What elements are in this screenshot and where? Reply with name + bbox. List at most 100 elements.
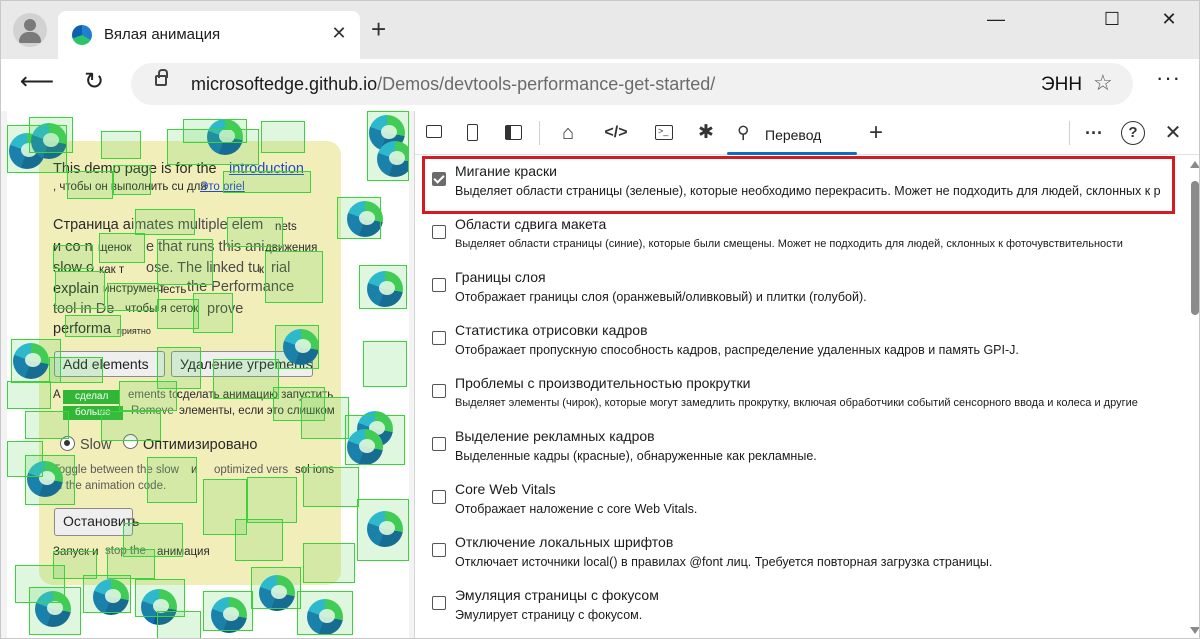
paint-flash-rect	[25, 411, 69, 439]
minimize-button[interactable]: —	[981, 9, 1011, 30]
device-icon	[467, 124, 478, 141]
browser-more-menu[interactable]: ···	[1156, 65, 1181, 91]
maximize-button[interactable]: ☐	[1097, 9, 1127, 30]
tab-active[interactable]: Вялая анимация ✕	[58, 11, 360, 59]
stop-button[interactable]: Остановить	[54, 508, 139, 536]
paint-flashing-description: Выделяет области страницы (зеленые), кот…	[455, 184, 1161, 198]
paint-flash-rect	[193, 293, 233, 333]
url-path: /Demos/devtools-performance-get-started/	[377, 74, 716, 94]
paint-flash-rect	[49, 357, 103, 383]
disable-local-fonts-title: Отключение локальных шрифтов	[455, 534, 674, 550]
devtools-toolbar: ⌂ </> >_ ✱ ⚲ Перевод + ··· ? ✕	[415, 111, 1199, 155]
paint-flash-rect	[183, 119, 247, 143]
emulate-focused-page-description: Эмулирует страницу с фокусом.	[455, 608, 643, 622]
paint-flash-rect	[157, 239, 213, 285]
close-devtools-button[interactable]: ✕	[1158, 120, 1188, 146]
url-text[interactable]: microsoftedge.github.io/Demos/devtools-p…	[191, 74, 715, 95]
tab-sources[interactable]: ✱	[691, 120, 721, 146]
favorite-star-icon[interactable]: ☆	[1093, 70, 1113, 96]
option-paint-flashing[interactable]: Мигание краски Выделяет области страницы …	[415, 155, 1185, 202]
emulate-focused-page-checkbox[interactable]	[432, 596, 446, 610]
paint-flash-rect	[223, 171, 311, 193]
tab-console[interactable]: >_	[649, 120, 679, 146]
demo-page: This demo page is for the introduction ,…	[7, 111, 409, 638]
scrolling-performance-issues-checkbox[interactable]	[432, 384, 446, 398]
dock-toggle-button[interactable]	[499, 120, 529, 146]
pin-icon: ⚲	[737, 123, 750, 142]
tab-close-button[interactable]: ✕	[328, 23, 350, 44]
dock-icon	[505, 125, 522, 140]
scroll-up-arrow-icon[interactable]	[1190, 161, 1199, 168]
edge-favicon-icon	[72, 25, 92, 45]
green-label: сделал	[63, 390, 121, 404]
read-aloud-label[interactable]: ЭНН	[1041, 74, 1082, 96]
paint-flash-rect	[107, 283, 159, 311]
highlight-ad-frames-description: Выделенные кадры (красные), обнаруженные…	[455, 449, 817, 463]
url-host: microsoftedge.github.io	[191, 74, 378, 94]
core-web-vitals-title: Core Web Vitals	[455, 481, 556, 497]
disable-local-fonts-description: Отключает источники local() в правилах @…	[455, 555, 993, 569]
scroll-down-arrow-icon[interactable]	[1190, 627, 1199, 634]
tab-rendering[interactable]: ⚲ Перевод	[727, 115, 857, 155]
paint-flash-rect	[101, 131, 141, 159]
paint-flash-rect	[359, 265, 407, 309]
paint-flash-rect	[29, 587, 81, 635]
lock-icon[interactable]	[155, 69, 168, 86]
paint-flash-rect	[53, 245, 93, 269]
scroll-thumb[interactable]	[1191, 181, 1199, 315]
paint-flash-rect	[303, 543, 355, 583]
toggle-text: optimized vers	[214, 464, 289, 476]
paint-flashing-title: Мигание краски	[455, 163, 557, 179]
paint-flash-rect	[227, 217, 283, 247]
add-tab-button[interactable]: +	[861, 120, 891, 146]
help-text: A	[53, 389, 61, 401]
new-tab-button[interactable]: +	[371, 16, 386, 42]
tab-welcome[interactable]: ⌂	[553, 120, 583, 146]
emulate-focused-page-title: Эмуляция страницы с фокусом	[455, 587, 659, 603]
option-layout-shift-regions[interactable]: Области сдвига макета Выделяет области ст…	[415, 202, 1185, 255]
code-icon: </>	[604, 124, 628, 141]
option-disable-local-fonts[interactable]: Отключение локальных шрифтов Отключает ис…	[415, 520, 1185, 573]
paint-flash-rect	[297, 591, 353, 635]
back-button[interactable]: ⟵	[19, 67, 55, 96]
core-web-vitals-description: Отображает наложение с core Web Vitals.	[455, 502, 698, 516]
profile-avatar-icon[interactable]	[13, 13, 47, 47]
bug-icon: ✱	[698, 122, 714, 143]
paint-flash-rect	[235, 519, 283, 561]
close-window-button[interactable]: ✕	[1154, 9, 1184, 30]
paint-flash-rect	[261, 121, 305, 153]
option-frame-rendering-stats[interactable]: Статистика отрисовки кадров Отображает пр…	[415, 308, 1185, 361]
paint-flash-rect	[275, 325, 319, 369]
layer-borders-title: Границы слоя	[455, 269, 546, 285]
option-emulate-focused-page[interactable]: Эмуляция страницы с фокусом Эмулирует стр…	[415, 573, 1185, 626]
disable-local-fonts-checkbox[interactable]	[432, 543, 446, 557]
paint-flash-rect	[301, 397, 349, 439]
layout-shift-regions-checkbox[interactable]	[432, 225, 446, 239]
highlight-ad-frames-checkbox[interactable]	[432, 437, 446, 451]
paint-flash-rect	[25, 455, 75, 505]
paint-flash-rect	[303, 467, 359, 507]
toolbar-divider	[1069, 121, 1070, 145]
inspect-icon	[426, 125, 442, 138]
inspect-element-button[interactable]	[419, 120, 449, 146]
paint-flash-rect	[213, 359, 279, 399]
address-bar[interactable]: microsoftedge.github.io/Demos/devtools-p…	[131, 63, 1133, 105]
devtools-more-button[interactable]: ···	[1079, 120, 1109, 146]
browser-window: Вялая анимация ✕ + — ☐ ✕ ⟵ ↻ microsofted…	[0, 0, 1200, 639]
paint-flashing-checkbox[interactable]	[432, 172, 446, 186]
option-scrolling-performance-issues[interactable]: Проблемы с производительностью прокрутки…	[415, 361, 1185, 414]
layer-borders-checkbox[interactable]	[432, 278, 446, 292]
paint-flash-rect	[7, 381, 51, 409]
device-emulation-button[interactable]	[459, 120, 489, 146]
refresh-button[interactable]: ↻	[76, 67, 112, 96]
core-web-vitals-checkbox[interactable]	[432, 490, 446, 504]
frame-rendering-stats-checkbox[interactable]	[432, 331, 446, 345]
option-layer-borders[interactable]: Границы слоя Отображает границы слоя (ора…	[415, 255, 1185, 308]
highlight-ad-frames-title: Выделение рекламных кадров	[455, 428, 655, 444]
tab-elements[interactable]: </>	[601, 120, 631, 146]
devtools-scrollbar[interactable]	[1188, 155, 1199, 638]
para-text: честь	[157, 284, 187, 296]
help-icon[interactable]: ?	[1121, 121, 1145, 145]
option-highlight-ad-frames[interactable]: Выделение рекламных кадров Выделенные кад…	[415, 414, 1185, 467]
option-core-web-vitals[interactable]: Core Web Vitals Отображает наложение с co…	[415, 467, 1185, 520]
